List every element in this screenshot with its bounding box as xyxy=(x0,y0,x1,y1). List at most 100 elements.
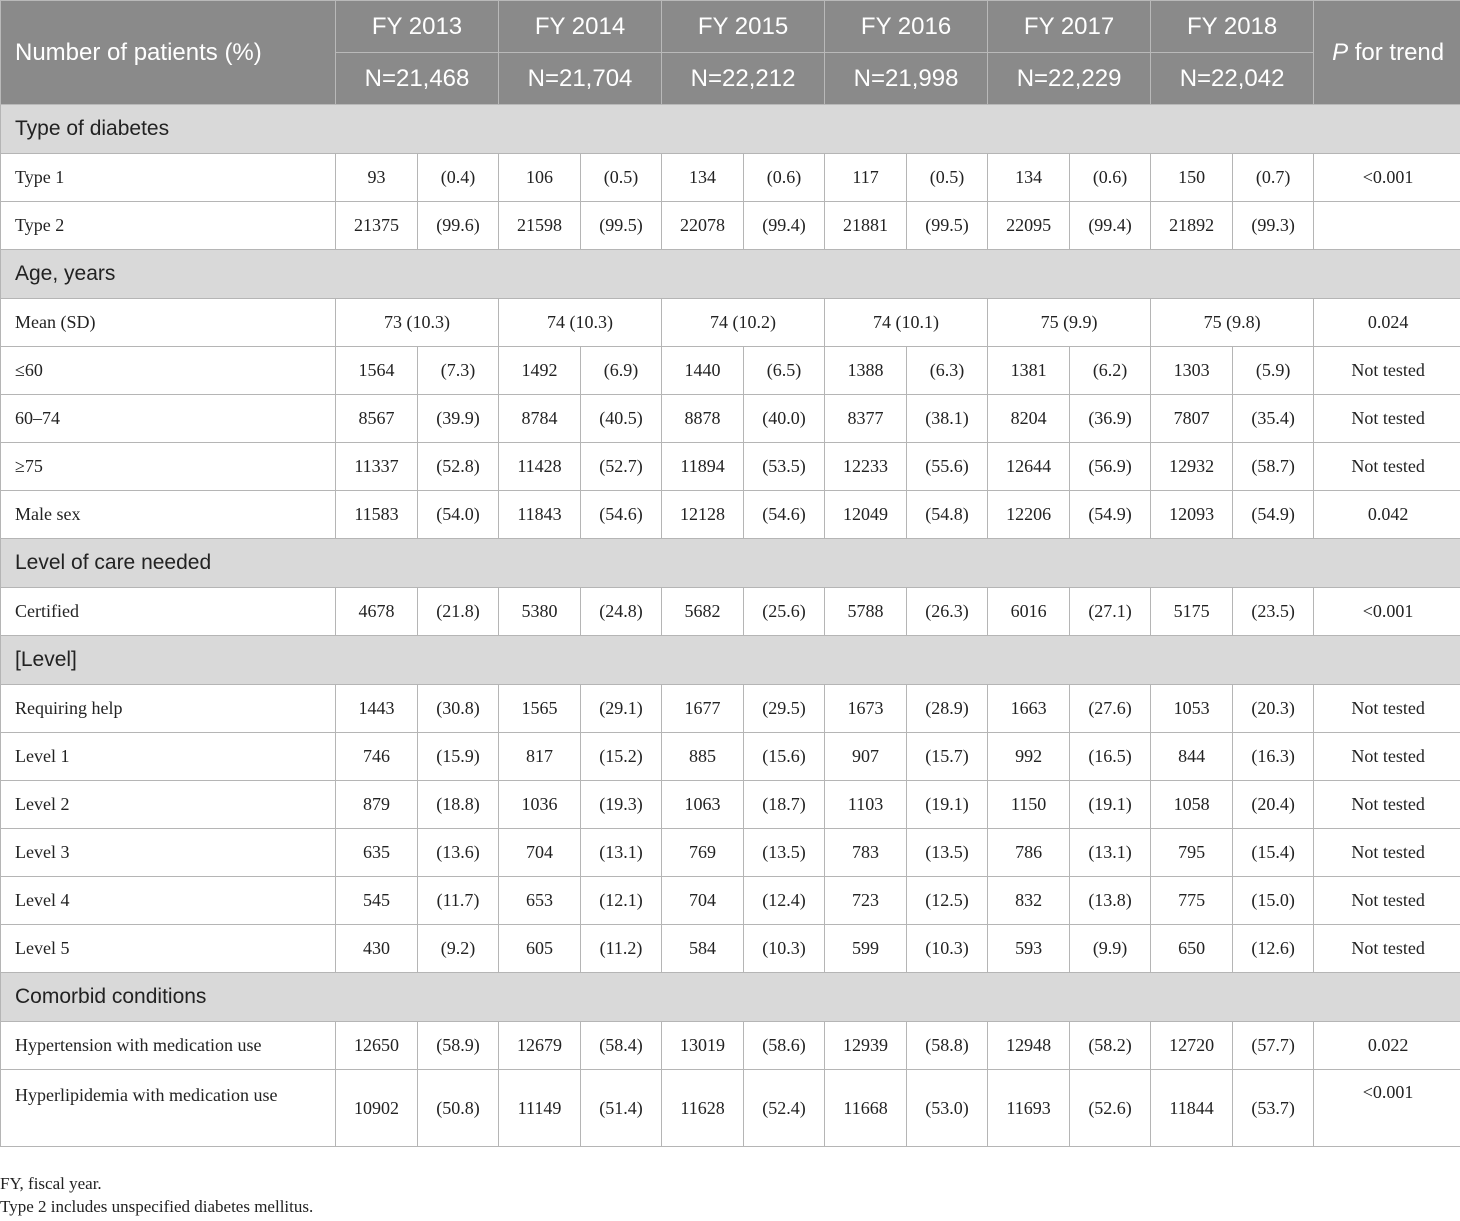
count-cell: 817 xyxy=(498,732,582,781)
percent-cell: (12.5) xyxy=(906,876,989,925)
count-cell: 7807 xyxy=(1150,394,1234,443)
count-cell: 992 xyxy=(987,732,1071,781)
percent-cell: (6.5) xyxy=(743,346,826,395)
count-cell: 12939 xyxy=(824,1021,908,1070)
count-cell: 1150 xyxy=(987,780,1071,829)
percent-cell: (15.9) xyxy=(416,732,500,781)
sample-size-header: N=22,042 xyxy=(1150,52,1315,105)
percent-cell: (18.8) xyxy=(416,780,500,829)
section-row: Comorbid conditions xyxy=(0,972,1460,1022)
count-cell: 8567 xyxy=(335,394,418,443)
percent-cell: (58.2) xyxy=(1069,1021,1152,1070)
percent-cell: (9.2) xyxy=(416,924,500,973)
count-cell: 1564 xyxy=(335,346,418,395)
row-label: Type 2 xyxy=(0,201,336,250)
percent-cell: (0.6) xyxy=(743,153,826,202)
table-row: Mean (SD) 73 (10.3) 74 (10.3) 74 (10.2) 74 (… xyxy=(0,298,1460,347)
count-cell: 106 xyxy=(498,153,582,202)
section-row: [Level] xyxy=(0,635,1460,685)
count-cell: 22095 xyxy=(987,201,1071,250)
table-row: Level 5 430 (9.2) 605 (11.2) 584 (10.3) 599 (10.… xyxy=(0,924,1460,973)
fiscal-year-header: FY 2013 xyxy=(334,0,500,53)
count-cell: 1103 xyxy=(824,780,908,829)
percent-cell: (54.9) xyxy=(1069,490,1152,539)
footnote: FY, fiscal year. xyxy=(0,1174,102,1193)
row-label: 60–74 xyxy=(0,394,336,443)
table-body: Type of diabetes Type 1 93 (0.4) 106 (0.5) 134… xyxy=(0,104,1460,1147)
table-row: Level 2 879 (18.8) 1036 (19.3) 1063 (18.7) 1103… xyxy=(0,780,1460,829)
p-value-cell: 0.024 xyxy=(1313,298,1460,347)
count-cell: 885 xyxy=(661,732,745,781)
count-cell: 5682 xyxy=(661,587,745,636)
percent-cell: (57.7) xyxy=(1232,1021,1315,1070)
percent-cell: (0.5) xyxy=(580,153,663,202)
fiscal-year-header: FY 2015 xyxy=(661,0,826,53)
count-cell: 12948 xyxy=(987,1021,1071,1070)
count-cell: 775 xyxy=(1150,876,1234,925)
percent-cell: (6.9) xyxy=(580,346,663,395)
percent-cell: (20.4) xyxy=(1232,780,1315,829)
percent-cell: (99.4) xyxy=(1069,201,1152,250)
percent-cell: (0.6) xyxy=(1069,153,1152,202)
table-row: Male sex 11583 (54.0) 11843 (54.6) 12128 (54.6… xyxy=(0,490,1460,539)
count-cell: 10902 xyxy=(335,1069,418,1147)
p-trend-rest-label: for trend xyxy=(1348,38,1445,66)
sample-size-header: N=21,998 xyxy=(824,52,989,105)
percent-cell: (58.7) xyxy=(1232,442,1315,491)
percent-cell: (13.5) xyxy=(743,828,826,877)
percent-cell: (54.0) xyxy=(416,490,500,539)
count-cell: 1063 xyxy=(661,780,745,829)
count-cell: 11628 xyxy=(661,1069,745,1147)
table-header: Number of patients (%) FY 2013 FY 2014 FY … xyxy=(0,0,1460,105)
count-cell: 635 xyxy=(335,828,418,877)
percent-cell: (52.8) xyxy=(416,442,500,491)
fiscal-year-header: FY 2018 xyxy=(1150,0,1315,53)
percent-cell: (13.8) xyxy=(1069,876,1152,925)
percent-cell: (40.5) xyxy=(580,394,663,443)
count-cell: 1303 xyxy=(1150,346,1234,395)
count-cell: 593 xyxy=(987,924,1071,973)
percent-cell: (58.8) xyxy=(906,1021,989,1070)
percent-cell: (0.4) xyxy=(416,153,500,202)
count-cell: 5380 xyxy=(498,587,582,636)
percent-cell: (30.8) xyxy=(416,684,500,733)
sample-size-header: N=21,468 xyxy=(334,52,500,105)
count-cell: 11693 xyxy=(987,1069,1071,1147)
count-cell: 11668 xyxy=(824,1069,908,1147)
percent-cell: (13.1) xyxy=(580,828,663,877)
p-value-cell: Not tested xyxy=(1313,442,1460,491)
count-cell: 1053 xyxy=(1150,684,1234,733)
percent-cell: (9.9) xyxy=(1069,924,1152,973)
count-cell: 650 xyxy=(1150,924,1234,973)
p-value-cell: 0.022 xyxy=(1313,1021,1460,1070)
percent-cell: (11.7) xyxy=(416,876,500,925)
table-row: ≤60 1564 (7.3) 1492 (6.9) 1440 (6.5) 1388 (6.3) 1… xyxy=(0,346,1460,395)
percent-cell: (15.4) xyxy=(1232,828,1315,877)
count-cell: 117 xyxy=(824,153,908,202)
mean-sd-cell: 73 (10.3) xyxy=(334,298,500,347)
percent-cell: (16.5) xyxy=(1069,732,1152,781)
percent-cell: (53.0) xyxy=(906,1069,989,1147)
count-cell: 783 xyxy=(824,828,908,877)
count-cell: 8878 xyxy=(661,394,745,443)
count-cell: 704 xyxy=(498,828,582,877)
count-cell: 1381 xyxy=(987,346,1071,395)
row-label: Certified xyxy=(0,587,336,636)
table-row: Level 1 746 (15.9) 817 (15.2) 885 (15.6) 907 (15… xyxy=(0,732,1460,781)
percent-cell: (15.2) xyxy=(580,732,663,781)
footnote: Type 2 includes unspecified diabetes mel… xyxy=(0,1197,314,1216)
percent-cell: (55.6) xyxy=(906,442,989,491)
percent-cell: (12.6) xyxy=(1232,924,1315,973)
p-italic-label: P xyxy=(1332,38,1349,66)
count-cell: 21375 xyxy=(335,201,418,250)
percent-cell: (19.1) xyxy=(1069,780,1152,829)
count-cell: 907 xyxy=(824,732,908,781)
count-cell: 1492 xyxy=(498,346,582,395)
count-cell: 8204 xyxy=(987,394,1071,443)
percent-cell: (54.6) xyxy=(580,490,663,539)
p-value-cell: <0.001 xyxy=(1313,587,1460,636)
count-cell: 6016 xyxy=(987,587,1071,636)
percent-cell: (18.7) xyxy=(743,780,826,829)
p-value-cell: Not tested xyxy=(1313,394,1460,443)
table-row: Level 4 545 (11.7) 653 (12.1) 704 (12.4) 723 (12… xyxy=(0,876,1460,925)
